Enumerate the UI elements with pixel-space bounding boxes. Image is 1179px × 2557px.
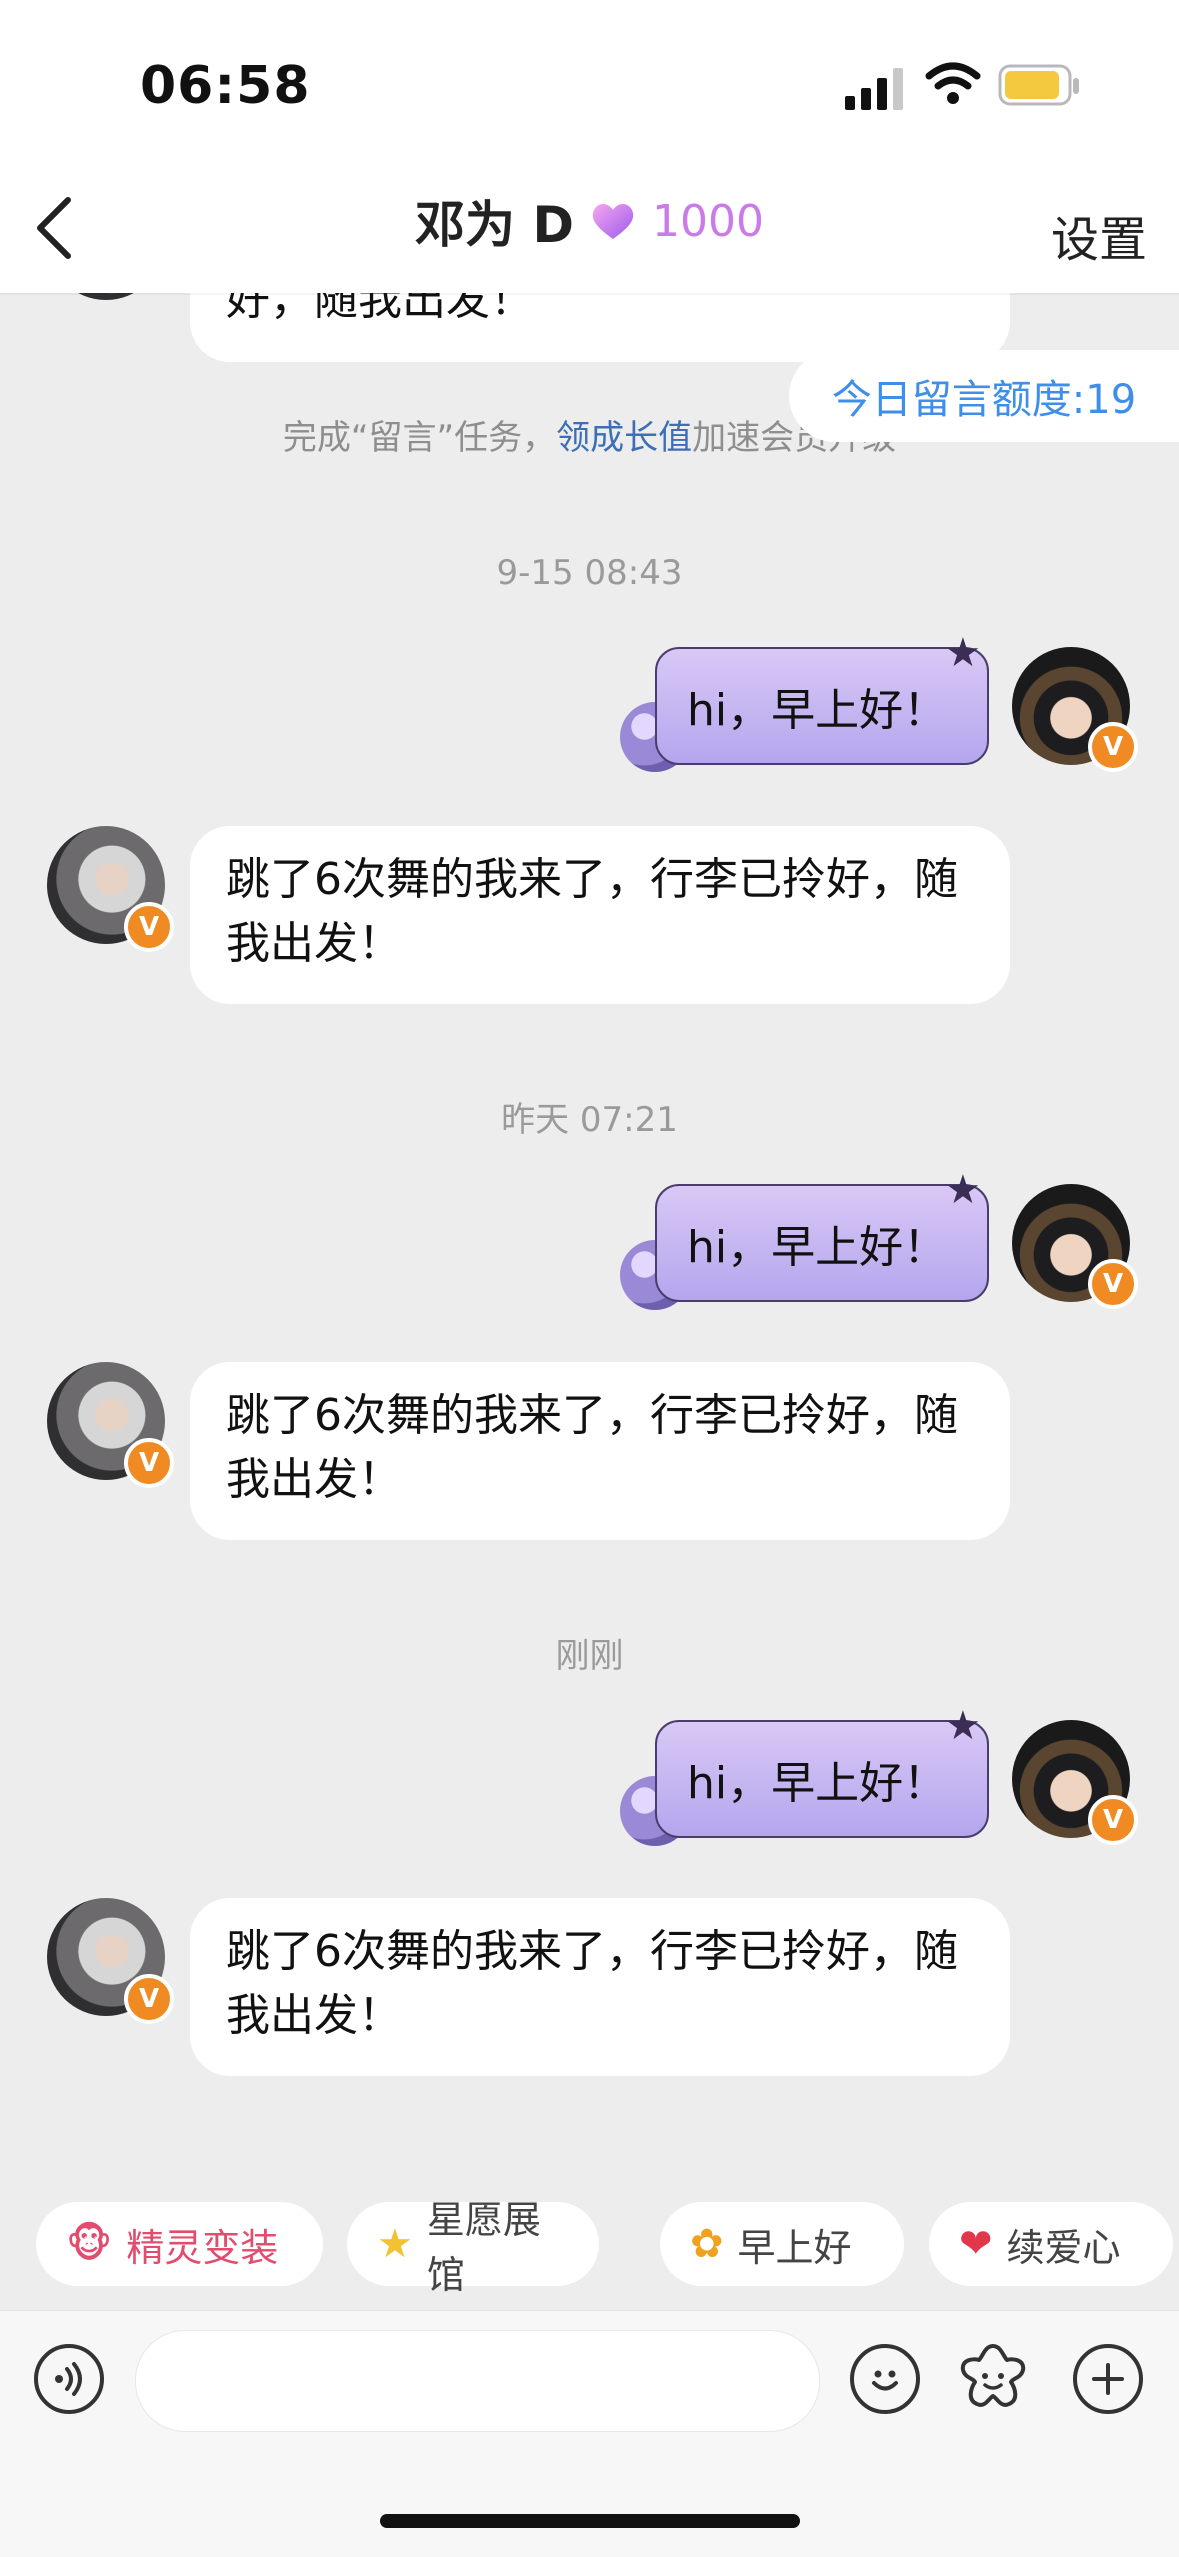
voice-icon[interactable]: [34, 2344, 104, 2414]
star-icon: ★: [945, 1167, 981, 1213]
message-text: hi，早上好！: [687, 1758, 948, 1809]
message-text: 跳了6次舞的我来了，行李已拎好，随我出发！: [226, 854, 958, 969]
star-icon: ★: [945, 1703, 981, 1749]
tip-text: 完成“留言”任务，: [282, 418, 557, 458]
signal-icon: [845, 68, 903, 110]
heart-icon: [592, 204, 634, 239]
wifi-icon: [925, 62, 981, 104]
verified-badge-icon: V: [124, 1438, 174, 1488]
timestamp: 刚刚: [555, 1636, 624, 1676]
timestamp: 9-15 08:43: [496, 553, 683, 593]
battery-icon: [998, 64, 1079, 106]
incoming-message-bubble[interactable]: 跳了6次舞的我来了，行李已拎好，随我出发！: [190, 1898, 1010, 2076]
flower-icon[interactable]: [955, 2340, 1031, 2416]
emoji-icon[interactable]: [850, 2344, 920, 2414]
daily-message-quota[interactable]: 今日留言额度:19: [789, 350, 1179, 442]
outgoing-message-bubble[interactable]: hi，早上好！: [655, 647, 989, 765]
sprite-icon: 🐵: [66, 2221, 113, 2267]
chip-label: 续爱心: [1006, 2225, 1121, 2270]
message-text: hi，早上好！: [687, 1222, 948, 1273]
verified-badge-icon: V: [1088, 1259, 1138, 1309]
outgoing-message-bubble[interactable]: hi，早上好！: [655, 1720, 989, 1838]
home-indicator: [380, 2514, 800, 2528]
message-text: hi，早上好！: [687, 685, 948, 736]
message-input[interactable]: [135, 2330, 820, 2432]
incoming-message-bubble[interactable]: 跳了6次舞的我来了，行李已拎好，随我出发！: [190, 1362, 1010, 1540]
quick-reply-sprite-dressup[interactable]: 🐵 精灵变装: [36, 2202, 323, 2286]
growth-value-link[interactable]: 领成长值: [556, 418, 692, 458]
incoming-message-bubble[interactable]: 跳了6次舞的我来了，行李已拎好，随我出发！: [190, 826, 1010, 1004]
quick-reply-star-wish-gallery[interactable]: ★ 星愿展馆: [347, 2198, 599, 2297]
plus-icon[interactable]: [1073, 2344, 1143, 2414]
quick-reply-good-morning[interactable]: ✿ 早上好: [660, 2202, 904, 2286]
chip-label: 早上好: [737, 2225, 852, 2270]
verified-badge-icon: V: [124, 902, 174, 952]
conversation-title: 邓为 D 1000: [0, 185, 1179, 265]
voice-waves-icon: [55, 2362, 82, 2396]
star-icon: ★: [377, 2221, 413, 2267]
verified-badge-icon: V: [1088, 1795, 1138, 1845]
chip-label: 星愿展馆: [426, 2198, 541, 2297]
chip-label: 精灵变装: [126, 2225, 279, 2270]
heart-icon: ❤: [959, 2221, 993, 2267]
verified-badge-icon: V: [1088, 722, 1138, 772]
message-text: 跳了6次舞的我来了，行李已拎好，随我出发！: [226, 1390, 958, 1505]
quick-reply-renew-heart[interactable]: ❤ 续爱心: [929, 2202, 1173, 2286]
settings-button[interactable]: 设置: [1051, 200, 1147, 270]
heart-count: 1000: [651, 195, 764, 247]
message-text: 跳了6次舞的我来了，行李已拎好，随我出发！: [226, 1926, 958, 2041]
verified-badge-icon: V: [124, 1974, 174, 2024]
sunflower-icon: ✿: [690, 2221, 724, 2267]
outgoing-message-bubble[interactable]: hi，早上好！: [655, 1184, 989, 1302]
smiley-face-icon: [872, 2370, 898, 2391]
contact-name: 邓为 D: [415, 196, 574, 254]
star-icon: ★: [945, 630, 981, 676]
plus-sign-icon: [1092, 2363, 1124, 2395]
status-time: 06:58: [140, 56, 311, 116]
timestamp: 昨天 07:21: [501, 1100, 678, 1140]
